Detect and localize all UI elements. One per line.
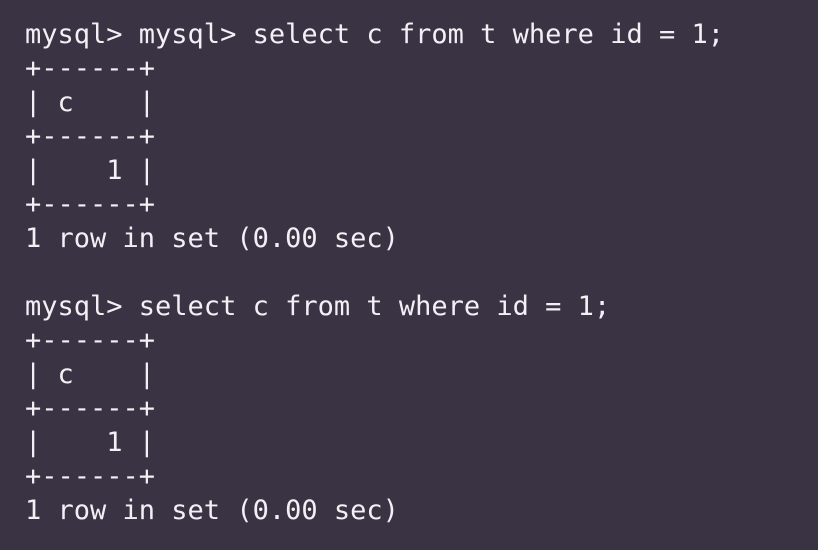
- table-border-bottom-1: +------+: [25, 189, 156, 220]
- terminal-window[interactable]: mysql> mysql> select c from t where id =…: [0, 0, 818, 550]
- prompt-line-1: mysql> mysql> select c from t where id =…: [25, 19, 724, 50]
- table-border-top-1: +------+: [25, 53, 156, 84]
- table-header-2: | c |: [25, 359, 156, 390]
- table-row-1: | 1 |: [25, 155, 156, 186]
- table-border-bottom-2: +------+: [25, 461, 156, 492]
- table-border-mid-2: +------+: [25, 393, 156, 424]
- result-summary-2: 1 row in set (0.00 sec): [25, 495, 399, 526]
- table-row-2: | 1 |: [25, 427, 156, 458]
- table-border-mid-1: +------+: [25, 121, 156, 152]
- table-border-top-2: +------+: [25, 325, 156, 356]
- prompt-line-2: mysql> select c from t where id = 1;: [25, 291, 611, 322]
- result-summary-1: 1 row in set (0.00 sec): [25, 223, 399, 254]
- table-header-1: | c |: [25, 87, 156, 118]
